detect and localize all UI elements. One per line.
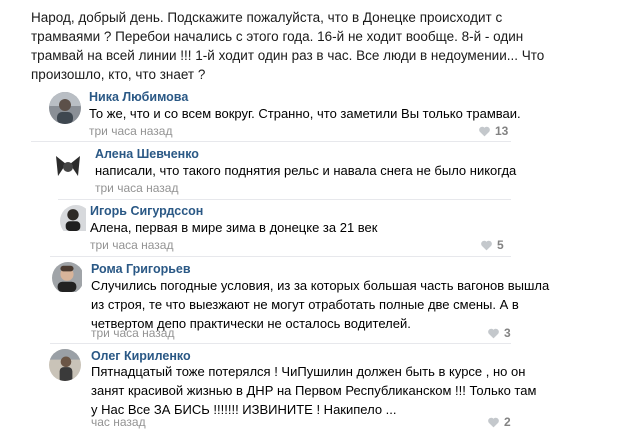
divider bbox=[50, 343, 511, 344]
user-photo-icon bbox=[52, 262, 82, 292]
like-button[interactable]: 3 bbox=[487, 326, 511, 340]
heart-icon bbox=[479, 126, 490, 137]
like-count: 13 bbox=[495, 124, 509, 138]
avatar[interactable] bbox=[49, 349, 81, 381]
like-count: 2 bbox=[504, 415, 511, 429]
avatar[interactable] bbox=[49, 92, 81, 124]
user-photo-icon bbox=[49, 349, 81, 381]
like-button[interactable]: 13 bbox=[478, 124, 508, 138]
divider bbox=[50, 256, 511, 257]
comment-author[interactable]: Олег Кириленко bbox=[91, 349, 191, 363]
comment-author[interactable]: Игорь Сигурдссон bbox=[90, 204, 203, 218]
like-button[interactable]: 5 bbox=[480, 238, 504, 252]
avatar[interactable] bbox=[52, 262, 84, 294]
comment-text: Алена, первая в мире зима в донецке за 2… bbox=[90, 220, 378, 235]
comment-text: написали, что такого поднятия рельс и на… bbox=[95, 163, 517, 178]
comment-time[interactable]: три часа назад bbox=[91, 326, 174, 340]
avatar[interactable] bbox=[60, 205, 92, 237]
user-photo-icon bbox=[49, 92, 81, 124]
divider bbox=[31, 141, 511, 142]
comment-time[interactable]: три часа назад bbox=[95, 181, 178, 195]
user-photo-icon bbox=[52, 150, 84, 182]
heart-icon bbox=[488, 328, 499, 339]
comment-time[interactable]: час назад bbox=[91, 415, 146, 429]
post-text: Народ, добрый день. Подскажите пожалуйст… bbox=[31, 10, 545, 82]
avatar[interactable] bbox=[52, 150, 84, 182]
comment-text: Пятнадцатый тоже потерялся ! ЧиПушилин д… bbox=[91, 364, 537, 417]
comment-author[interactable]: Ника Любимова bbox=[89, 90, 188, 104]
heart-icon bbox=[481, 240, 492, 251]
like-button[interactable]: 2 bbox=[487, 415, 511, 429]
comment-author[interactable]: Рома Григорьев bbox=[91, 262, 191, 276]
comment-time[interactable]: три часа назад bbox=[90, 238, 173, 252]
heart-icon bbox=[488, 417, 499, 428]
like-count: 3 bbox=[504, 326, 511, 340]
comment-text: То же, что и со всем вокруг. Странно, чт… bbox=[89, 106, 521, 121]
comment-time[interactable]: три часа назад bbox=[89, 124, 172, 138]
user-photo-icon bbox=[60, 205, 86, 231]
like-count: 5 bbox=[497, 238, 504, 252]
comment-author[interactable]: Алена Шевченко bbox=[95, 147, 199, 161]
divider bbox=[58, 199, 511, 200]
comment-text: Случились погодные условия, из за которы… bbox=[91, 278, 550, 331]
